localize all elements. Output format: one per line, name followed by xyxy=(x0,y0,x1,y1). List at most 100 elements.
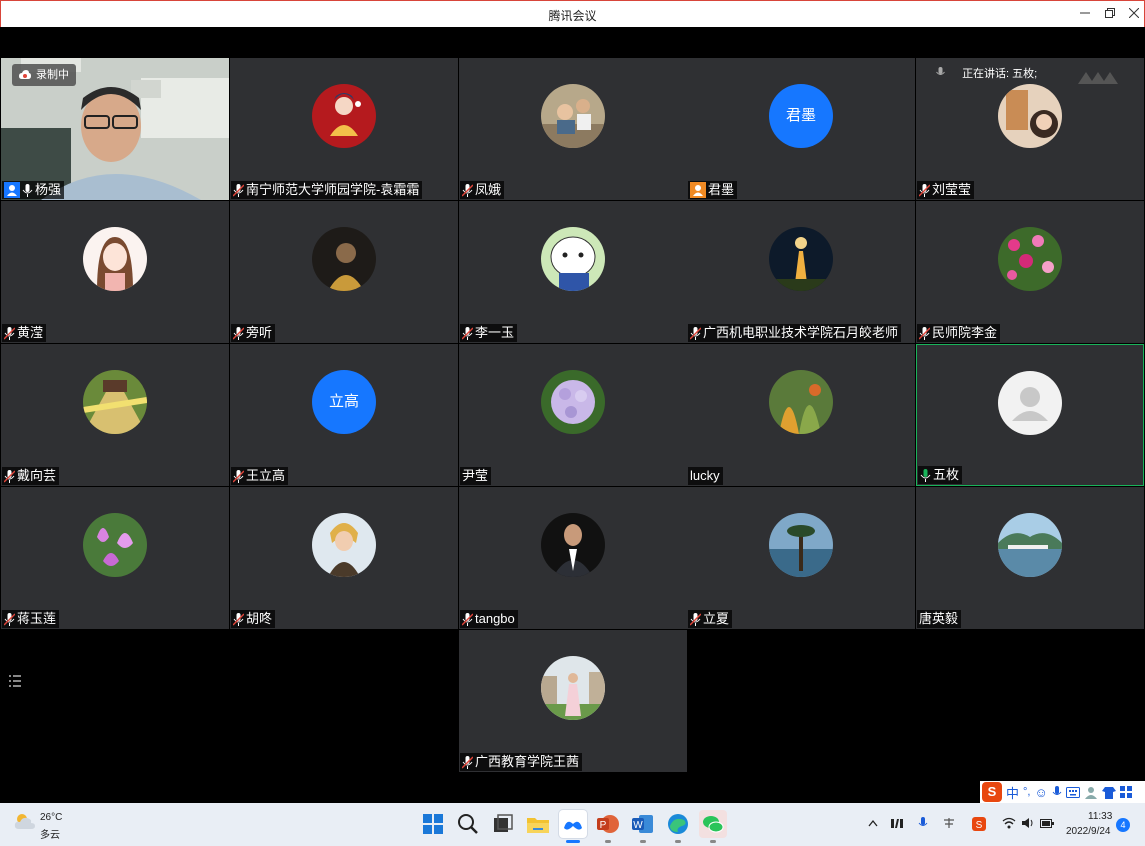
participant-tile[interactable]: 尹莹 xyxy=(459,344,687,486)
participant-name: 南宁师范大学师园学院-袁霜霜 xyxy=(246,182,420,197)
ime-punctuation-toggle[interactable]: °, xyxy=(1023,786,1030,798)
mic-speaking-icon xyxy=(920,468,931,482)
participant-tile-active-speaker[interactable]: 五枚 xyxy=(916,344,1144,486)
clock-time[interactable]: 11:33 xyxy=(1088,811,1112,822)
battery-icon[interactable] xyxy=(1040,817,1054,831)
weather-widget[interactable]: 26°C 多云 xyxy=(14,812,62,841)
mic-muted-icon xyxy=(232,326,245,340)
nameplate: 凤娥 xyxy=(460,181,505,199)
participant-name: 五枚 xyxy=(933,467,960,482)
participant-avatar xyxy=(769,227,833,291)
close-button[interactable] xyxy=(1123,4,1145,24)
participant-name: 蒋玉莲 xyxy=(17,611,57,626)
participant-tile[interactable]: 李一玉 xyxy=(459,201,687,343)
participant-name: 旁听 xyxy=(246,325,273,340)
word-button[interactable]: W xyxy=(629,810,657,843)
recording-badge[interactable]: 录制中 xyxy=(12,64,76,86)
search-icon xyxy=(458,814,478,834)
participant-name: 凤娥 xyxy=(475,182,502,197)
participant-avatar xyxy=(541,656,605,720)
ime-language-toggle[interactable]: 中 xyxy=(1006,783,1019,802)
participant-avatar xyxy=(541,227,605,291)
running-indicator xyxy=(640,840,646,843)
powerpoint-button[interactable]: P xyxy=(594,810,622,843)
weather-temperature: 26°C xyxy=(40,812,63,823)
app-window: 腾讯会议 录制中 杨强 南宁师范大学师园学院-袁霜霜 凤娥 君墨 君墨 正在讲话… xyxy=(0,0,1145,846)
nameplate: 五枚 xyxy=(918,466,963,484)
show-hidden-icons-button[interactable] xyxy=(866,817,880,831)
nameplate: 王立高 xyxy=(231,467,289,485)
participant-tile[interactable]: lucky xyxy=(687,344,915,486)
notification-count-badge[interactable]: 4 xyxy=(1116,818,1130,832)
participant-name: 黄滢 xyxy=(17,325,44,340)
minimize-button[interactable] xyxy=(1074,4,1096,24)
sogou-logo-icon[interactable]: S xyxy=(982,782,1002,802)
wifi-icon[interactable] xyxy=(1002,817,1016,831)
ime-keyboard-icon[interactable] xyxy=(1065,786,1080,798)
participant-tile[interactable]: 凤娥 xyxy=(459,58,687,200)
participant-tile[interactable]: 黄滢 xyxy=(1,201,229,343)
participant-name: 王立高 xyxy=(246,468,286,483)
guest-icon xyxy=(690,182,706,198)
participant-tile[interactable]: 立高 王立高 xyxy=(230,344,458,486)
file-explorer-button[interactable] xyxy=(524,810,552,838)
tray-sogou-icon[interactable]: S xyxy=(972,817,986,831)
participant-tile[interactable]: 戴向芸 xyxy=(1,344,229,486)
participant-name: 唐英毅 xyxy=(919,611,959,626)
mic-muted-icon xyxy=(461,755,474,769)
ime-toolbox-icon[interactable] xyxy=(1119,786,1132,798)
participant-avatar xyxy=(312,227,376,291)
participant-tile[interactable]: 广西教育学院王茜 xyxy=(459,630,687,772)
tencent-meeting-button[interactable] xyxy=(559,810,587,843)
tray-input-icon[interactable] xyxy=(942,817,956,831)
taskbar: 26°C 多云 P W S 11:33 2022/9/24 4 xyxy=(0,803,1145,846)
ime-emoji-icon[interactable]: ☺ xyxy=(1034,785,1047,800)
participant-avatar xyxy=(312,513,376,577)
restore-button[interactable] xyxy=(1099,4,1121,24)
participant-tile[interactable]: tangbo xyxy=(459,487,687,629)
participant-name: 民师院李金 xyxy=(932,325,998,340)
mic-muted-icon xyxy=(3,612,16,626)
mic-muted-icon xyxy=(3,326,16,340)
ime-voice-icon[interactable] xyxy=(1052,785,1062,799)
member-list-icon[interactable] xyxy=(9,674,21,688)
tray-app-icon[interactable] xyxy=(890,817,904,831)
speaking-label: 正在讲话: 五枚; xyxy=(962,68,1038,80)
ime-skin-icon[interactable] xyxy=(1101,786,1116,799)
tray-microphone-icon[interactable] xyxy=(916,817,930,831)
video-tile[interactable]: 录制中 杨强 xyxy=(1,58,229,200)
start-button[interactable] xyxy=(419,810,447,838)
participant-avatar xyxy=(83,227,147,291)
ime-user-icon[interactable] xyxy=(1084,786,1098,799)
edge-icon xyxy=(668,814,688,834)
mic-on-icon xyxy=(22,183,33,197)
participant-tile[interactable]: 君墨 君墨 xyxy=(687,58,915,200)
participant-tile[interactable]: 唐英毅 xyxy=(916,487,1144,629)
wechat-button[interactable] xyxy=(699,810,727,843)
participant-tile[interactable]: 胡咚 xyxy=(230,487,458,629)
clock-date[interactable]: 2022/9/24 xyxy=(1066,826,1111,837)
nameplate: 刘莹莹 xyxy=(917,181,975,199)
participant-tile[interactable]: 旁听 xyxy=(230,201,458,343)
nameplate: 李一玉 xyxy=(460,324,518,342)
task-view-button[interactable] xyxy=(489,810,517,838)
participant-tile[interactable]: 蒋玉莲 xyxy=(1,487,229,629)
mic-muted-icon xyxy=(918,183,931,197)
mic-muted-icon xyxy=(232,612,245,626)
participant-tile[interactable]: 南宁师范大学师园学院-袁霜霜 xyxy=(230,58,458,200)
nameplate: lucky xyxy=(688,467,723,485)
participant-tile[interactable]: 民师院李金 xyxy=(916,201,1144,343)
edge-button[interactable] xyxy=(664,810,692,843)
weather-description: 多云 xyxy=(40,830,60,841)
volume-icon[interactable] xyxy=(1021,817,1035,831)
nameplate: 杨强 xyxy=(2,181,65,199)
nameplate: 旁听 xyxy=(231,324,276,342)
participant-tile[interactable]: 正在讲话: 五枚; 刘莹莹 xyxy=(916,58,1144,200)
participant-tile[interactable]: 广西机电职业技术学院石月皎老师 xyxy=(687,201,915,343)
nameplate: 广西教育学院王茜 xyxy=(460,753,583,771)
search-button[interactable] xyxy=(454,810,482,838)
participant-name: 广西机电职业技术学院石月皎老师 xyxy=(703,325,899,340)
participant-avatar xyxy=(998,227,1062,291)
nameplate: 君墨 xyxy=(688,181,738,199)
participant-tile[interactable]: 立夏 xyxy=(687,487,915,629)
